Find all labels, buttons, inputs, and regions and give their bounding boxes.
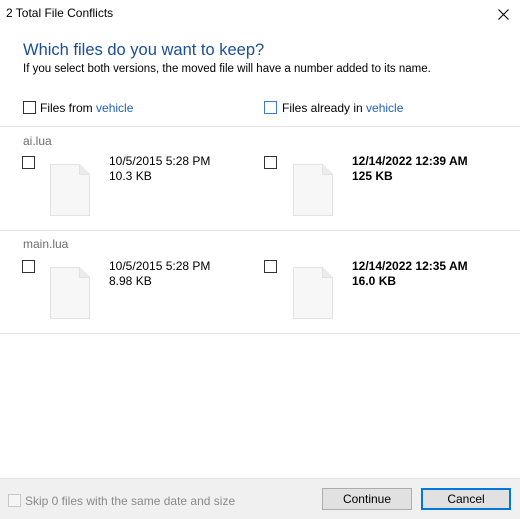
divider [0,126,520,127]
source-column-prefix: Files from [40,101,97,115]
divider [0,333,520,334]
source-date: 10/5/2015 5:28 PM [109,154,211,168]
source-size: 10.3 KB [109,169,152,183]
title-bar: 2 Total File Conflicts [0,0,520,28]
destination-column-label[interactable]: Files already in vehicle [282,101,403,115]
source-file-details: 10/5/2015 5:28 PM 10.3 KB [109,154,210,184]
source-location-link[interactable]: vehicle [96,101,133,115]
conflict-filename: main.lua [23,237,69,251]
source-size: 8.98 KB [109,274,152,288]
destination-size: 125 KB [352,169,393,183]
destination-column-prefix: Files already in [282,101,367,115]
file-icon[interactable] [50,164,90,216]
dialog-footer: Skip 0 files with the same date and size… [0,478,520,519]
destination-date: 12/14/2022 12:35 AM [352,259,468,273]
source-column-label[interactable]: Files from vehicle [40,101,133,115]
source-date: 10/5/2015 5:28 PM [109,259,211,273]
destination-file-details: 12/14/2022 12:35 AM 16.0 KB [352,259,468,289]
keep-destination-checkbox[interactable] [264,260,277,273]
destination-size: 16.0 KB [352,274,397,288]
source-file-details: 10/5/2015 5:28 PM 8.98 KB [109,259,210,289]
destination-location-link[interactable]: vehicle [366,101,403,115]
destination-date: 12/14/2022 12:39 AM [352,154,468,168]
select-all-source-checkbox[interactable] [23,101,36,114]
destination-file-details: 12/14/2022 12:39 AM 125 KB [352,154,468,184]
file-icon[interactable] [293,267,333,319]
keep-destination-checkbox[interactable] [264,156,277,169]
dialog-heading: Which files do you want to keep? [23,41,265,59]
select-all-destination-checkbox[interactable] [264,101,277,114]
continue-button[interactable]: Continue [322,488,412,510]
skip-same-files-checkbox[interactable] [8,494,21,507]
conflict-filename: ai.lua [23,134,52,148]
close-icon [497,8,509,20]
dialog-subheading: If you select both versions, the moved f… [23,63,431,75]
cancel-button[interactable]: Cancel [421,488,511,510]
file-icon[interactable] [293,164,333,216]
skip-same-files-label: Skip 0 files with the same date and size [25,494,236,508]
divider [0,230,520,231]
file-icon[interactable] [50,267,90,319]
keep-source-checkbox[interactable] [22,156,35,169]
keep-source-checkbox[interactable] [22,260,35,273]
close-button[interactable] [486,0,520,28]
window-title: 2 Total File Conflicts [6,6,114,20]
